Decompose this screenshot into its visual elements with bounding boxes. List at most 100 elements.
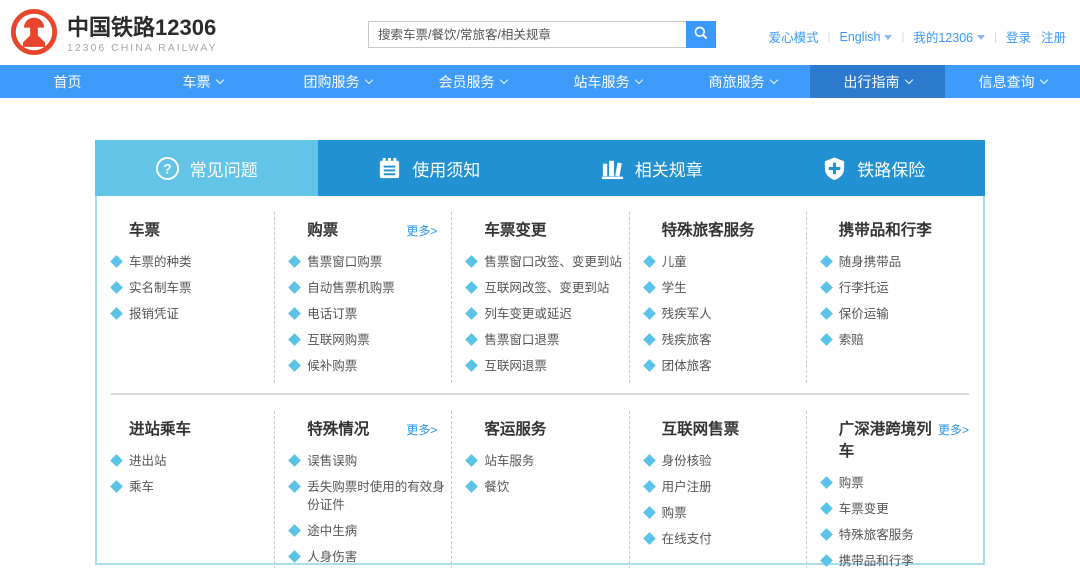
list-item[interactable]: 车票的种类 [111, 249, 270, 275]
chevron-down-icon [884, 35, 892, 40]
nav-item[interactable]: 站车服务 [540, 65, 675, 98]
list-item[interactable]: 乘车 [111, 474, 270, 500]
nav-item-label: 首页 [54, 72, 82, 92]
list-item-label: 候补购票 [307, 357, 357, 375]
diamond-bullet-icon [820, 255, 833, 268]
list-item[interactable]: 售票窗口退票 [466, 327, 624, 353]
list-item[interactable]: 团体旅客 [644, 353, 802, 379]
login-link[interactable]: 登录 [1006, 27, 1031, 46]
list-item-label: 列车变更或延迟 [484, 305, 572, 323]
language-dropdown[interactable]: English [839, 30, 892, 44]
list-item[interactable]: 车票变更 [821, 496, 979, 522]
list-item[interactable]: 残疾军人 [644, 301, 802, 327]
chevron-down-icon [904, 75, 912, 83]
section-title: 客运服务 [484, 417, 546, 439]
question-icon: ? [155, 156, 180, 181]
section-title: 特殊旅客服务 [662, 218, 755, 240]
list-item[interactable]: 特殊旅客服务 [821, 522, 979, 548]
nav-item[interactable]: 信息查询 [945, 65, 1080, 98]
list-item[interactable]: 保价运输 [821, 301, 979, 327]
list-item-label: 售票窗口购票 [307, 253, 382, 271]
more-link[interactable]: 更多> [406, 421, 437, 438]
list-item[interactable]: 误售误购 [289, 448, 447, 474]
list-item[interactable]: 站车服务 [466, 448, 624, 474]
list-item[interactable]: 残疾旅客 [644, 327, 802, 353]
logo[interactable]: 中国铁路12306 12306 CHINA RAILWAY [10, 8, 217, 61]
tab-question[interactable]: ?常见问题 [95, 140, 318, 196]
main-nav: 首页 车票团购服务会员服务站车服务商旅服务出行指南信息查询 [0, 65, 1080, 98]
list-item[interactable]: 用户注册 [644, 474, 802, 500]
search-button[interactable] [686, 21, 716, 48]
list-item[interactable]: 实名制车票 [111, 275, 270, 301]
diamond-bullet-icon [110, 307, 123, 320]
my-12306-dropdown[interactable]: 我的12306 [913, 27, 985, 46]
list-item[interactable]: 互联网退票 [466, 353, 624, 379]
list-item[interactable]: 报销凭证 [111, 301, 270, 327]
nav-item[interactable]: 会员服务 [405, 65, 540, 98]
diamond-bullet-icon [466, 454, 479, 467]
list-item[interactable]: 售票窗口购票 [289, 249, 447, 275]
diamond-bullet-icon [643, 454, 656, 467]
list-item[interactable]: 候补购票 [289, 353, 447, 379]
list-item[interactable]: 索赔 [821, 327, 979, 353]
list-item-label: 自动售票机购票 [307, 279, 395, 297]
tab-notepad[interactable]: 使用须知 [318, 140, 541, 196]
more-link[interactable]: 更多> [406, 222, 437, 239]
list-item-label: 购票 [839, 474, 864, 492]
love-mode-link[interactable]: 爱心模式 [769, 27, 819, 46]
diamond-bullet-icon [820, 502, 833, 515]
list-item[interactable]: 电话订票 [289, 301, 447, 327]
diamond-bullet-icon [820, 554, 833, 567]
nav-item[interactable]: 车票 [135, 65, 270, 98]
list-item[interactable]: 购票 [821, 470, 979, 496]
search-input[interactable] [368, 21, 686, 48]
chevron-down-icon [499, 75, 507, 83]
list-item[interactable]: 互联网改签、变更到站 [466, 275, 624, 301]
nav-item[interactable]: 团购服务 [270, 65, 405, 98]
list-item-label: 互联网购票 [307, 331, 370, 349]
nav-item[interactable]: 首页 [0, 65, 135, 98]
nav-item[interactable]: 出行指南 [810, 65, 945, 98]
logo-title: 中国铁路12306 [67, 15, 217, 41]
section-column: 客运服务站车服务餐饮 [451, 411, 628, 568]
section-item-list: 车票的种类实名制车票报销凭证 [111, 249, 270, 327]
list-item[interactable]: 行李托运 [821, 275, 979, 301]
list-item[interactable]: 身份核验 [644, 448, 802, 474]
diamond-bullet-icon [820, 528, 833, 541]
nav-item[interactable]: 商旅服务 [675, 65, 810, 98]
section-title: 购票 [307, 218, 338, 240]
list-item-label: 互联网退票 [484, 357, 547, 375]
list-item[interactable]: 互联网购票 [289, 327, 447, 353]
list-item[interactable]: 随身携带品 [821, 249, 979, 275]
list-item-label: 保价运输 [839, 305, 889, 323]
diamond-bullet-icon [110, 454, 123, 467]
list-item[interactable]: 携带品和行李 [821, 548, 979, 568]
list-item[interactable]: 售票窗口改签、变更到站 [466, 249, 624, 275]
tab-shield-plus[interactable]: 铁路保险 [763, 140, 986, 196]
section-item-list: 儿童学生残疾军人残疾旅客团体旅客 [644, 249, 802, 379]
list-item[interactable]: 途中生病 [289, 518, 447, 544]
list-item[interactable]: 丢失购票时使用的有效身份证件 [289, 474, 447, 518]
section-column: 进站乘车进出站乘车 [97, 411, 274, 568]
list-item-label: 丢失购票时使用的有效身份证件 [307, 478, 447, 514]
list-item-label: 行李托运 [839, 279, 889, 297]
list-item[interactable]: 列车变更或延迟 [466, 301, 624, 327]
list-item[interactable]: 进出站 [111, 448, 270, 474]
section-header: 购票 更多> [289, 216, 447, 240]
register-link[interactable]: 注册 [1041, 27, 1066, 46]
list-item-label: 儿童 [662, 253, 687, 271]
section-title: 携带品和行李 [839, 218, 932, 240]
list-item[interactable]: 餐饮 [466, 474, 624, 500]
list-item[interactable]: 自动售票机购票 [289, 275, 447, 301]
list-item[interactable]: 在线支付 [644, 526, 802, 552]
tab-books[interactable]: 相关规章 [540, 140, 763, 196]
list-item[interactable]: 儿童 [644, 249, 802, 275]
tab-bar: ?常见问题使用须知相关规章铁路保险 [95, 140, 985, 196]
list-item[interactable]: 人身伤害 [289, 544, 447, 568]
more-link[interactable]: 更多> [938, 421, 969, 438]
list-item[interactable]: 学生 [644, 275, 802, 301]
logo-subtitle: 12306 CHINA RAILWAY [67, 42, 217, 54]
notepad-icon [377, 156, 402, 181]
list-item[interactable]: 购票 [644, 500, 802, 526]
list-item-label: 餐饮 [484, 478, 509, 496]
